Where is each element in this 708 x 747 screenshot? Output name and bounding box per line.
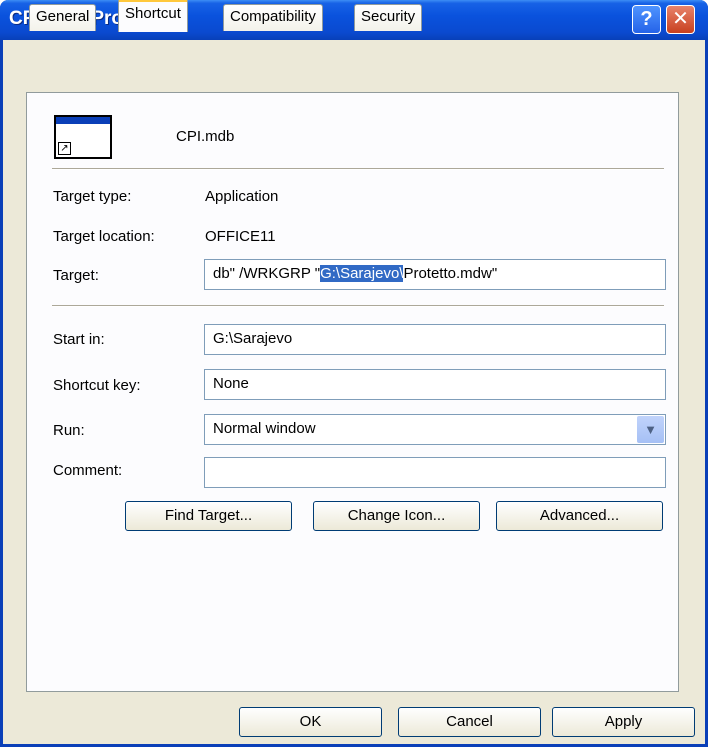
help-button[interactable]: ? [632,5,661,34]
chevron-down-icon[interactable]: ▼ [637,416,664,443]
change-icon-button[interactable]: Change Icon... [313,501,480,531]
target-type-value: Application [205,188,279,205]
tab-security[interactable]: Security [354,4,423,31]
target-type-label: Target type: [53,188,132,205]
start-in-label: Start in: [53,331,105,348]
help-icon: ? [640,8,653,30]
close-button[interactable]: ✕ [666,5,695,34]
target-input[interactable]: db" /WRKGRP "G:\Sarajevo\Protetto.mdw" [204,259,666,290]
target-label: Target: [53,267,99,284]
target-text-end: Protetto.mdw" [403,265,498,282]
close-icon: ✕ [672,8,689,30]
ok-button[interactable]: OK [239,707,382,737]
comment-label: Comment: [53,462,123,479]
target-location-label: Target location: [53,228,155,245]
run-select-value: Normal window [213,420,316,437]
comment-input[interactable] [204,457,666,488]
target-selection: G:\Sarajevo\ [320,265,404,282]
run-select[interactable]: Normal window ▼ [204,414,666,445]
apply-button[interactable]: Apply [552,707,695,737]
shortcut-key-input[interactable]: None [204,369,666,400]
start-in-input[interactable]: G:\Sarajevo [204,324,666,355]
advanced-button[interactable]: Advanced... [496,501,663,531]
shortcut-key-label: Shortcut key: [53,377,141,394]
target-location-value: OFFICE11 [205,228,276,245]
target-text: db" /WRKGRP " [213,265,321,282]
separator [52,305,664,307]
run-label: Run: [53,422,85,439]
tab-general[interactable]: General [29,4,97,31]
tab-shortcut[interactable]: Shortcut [118,0,188,32]
shortcut-file-icon: ↗ [54,115,112,159]
find-target-button[interactable]: Find Target... [125,501,292,531]
cancel-button[interactable]: Cancel [398,707,541,737]
shortcut-arrow-icon: ↗ [58,142,71,155]
tab-compatibility[interactable]: Compatibility [223,4,323,31]
file-name: CPI.mdb [176,128,235,145]
separator [52,168,664,170]
